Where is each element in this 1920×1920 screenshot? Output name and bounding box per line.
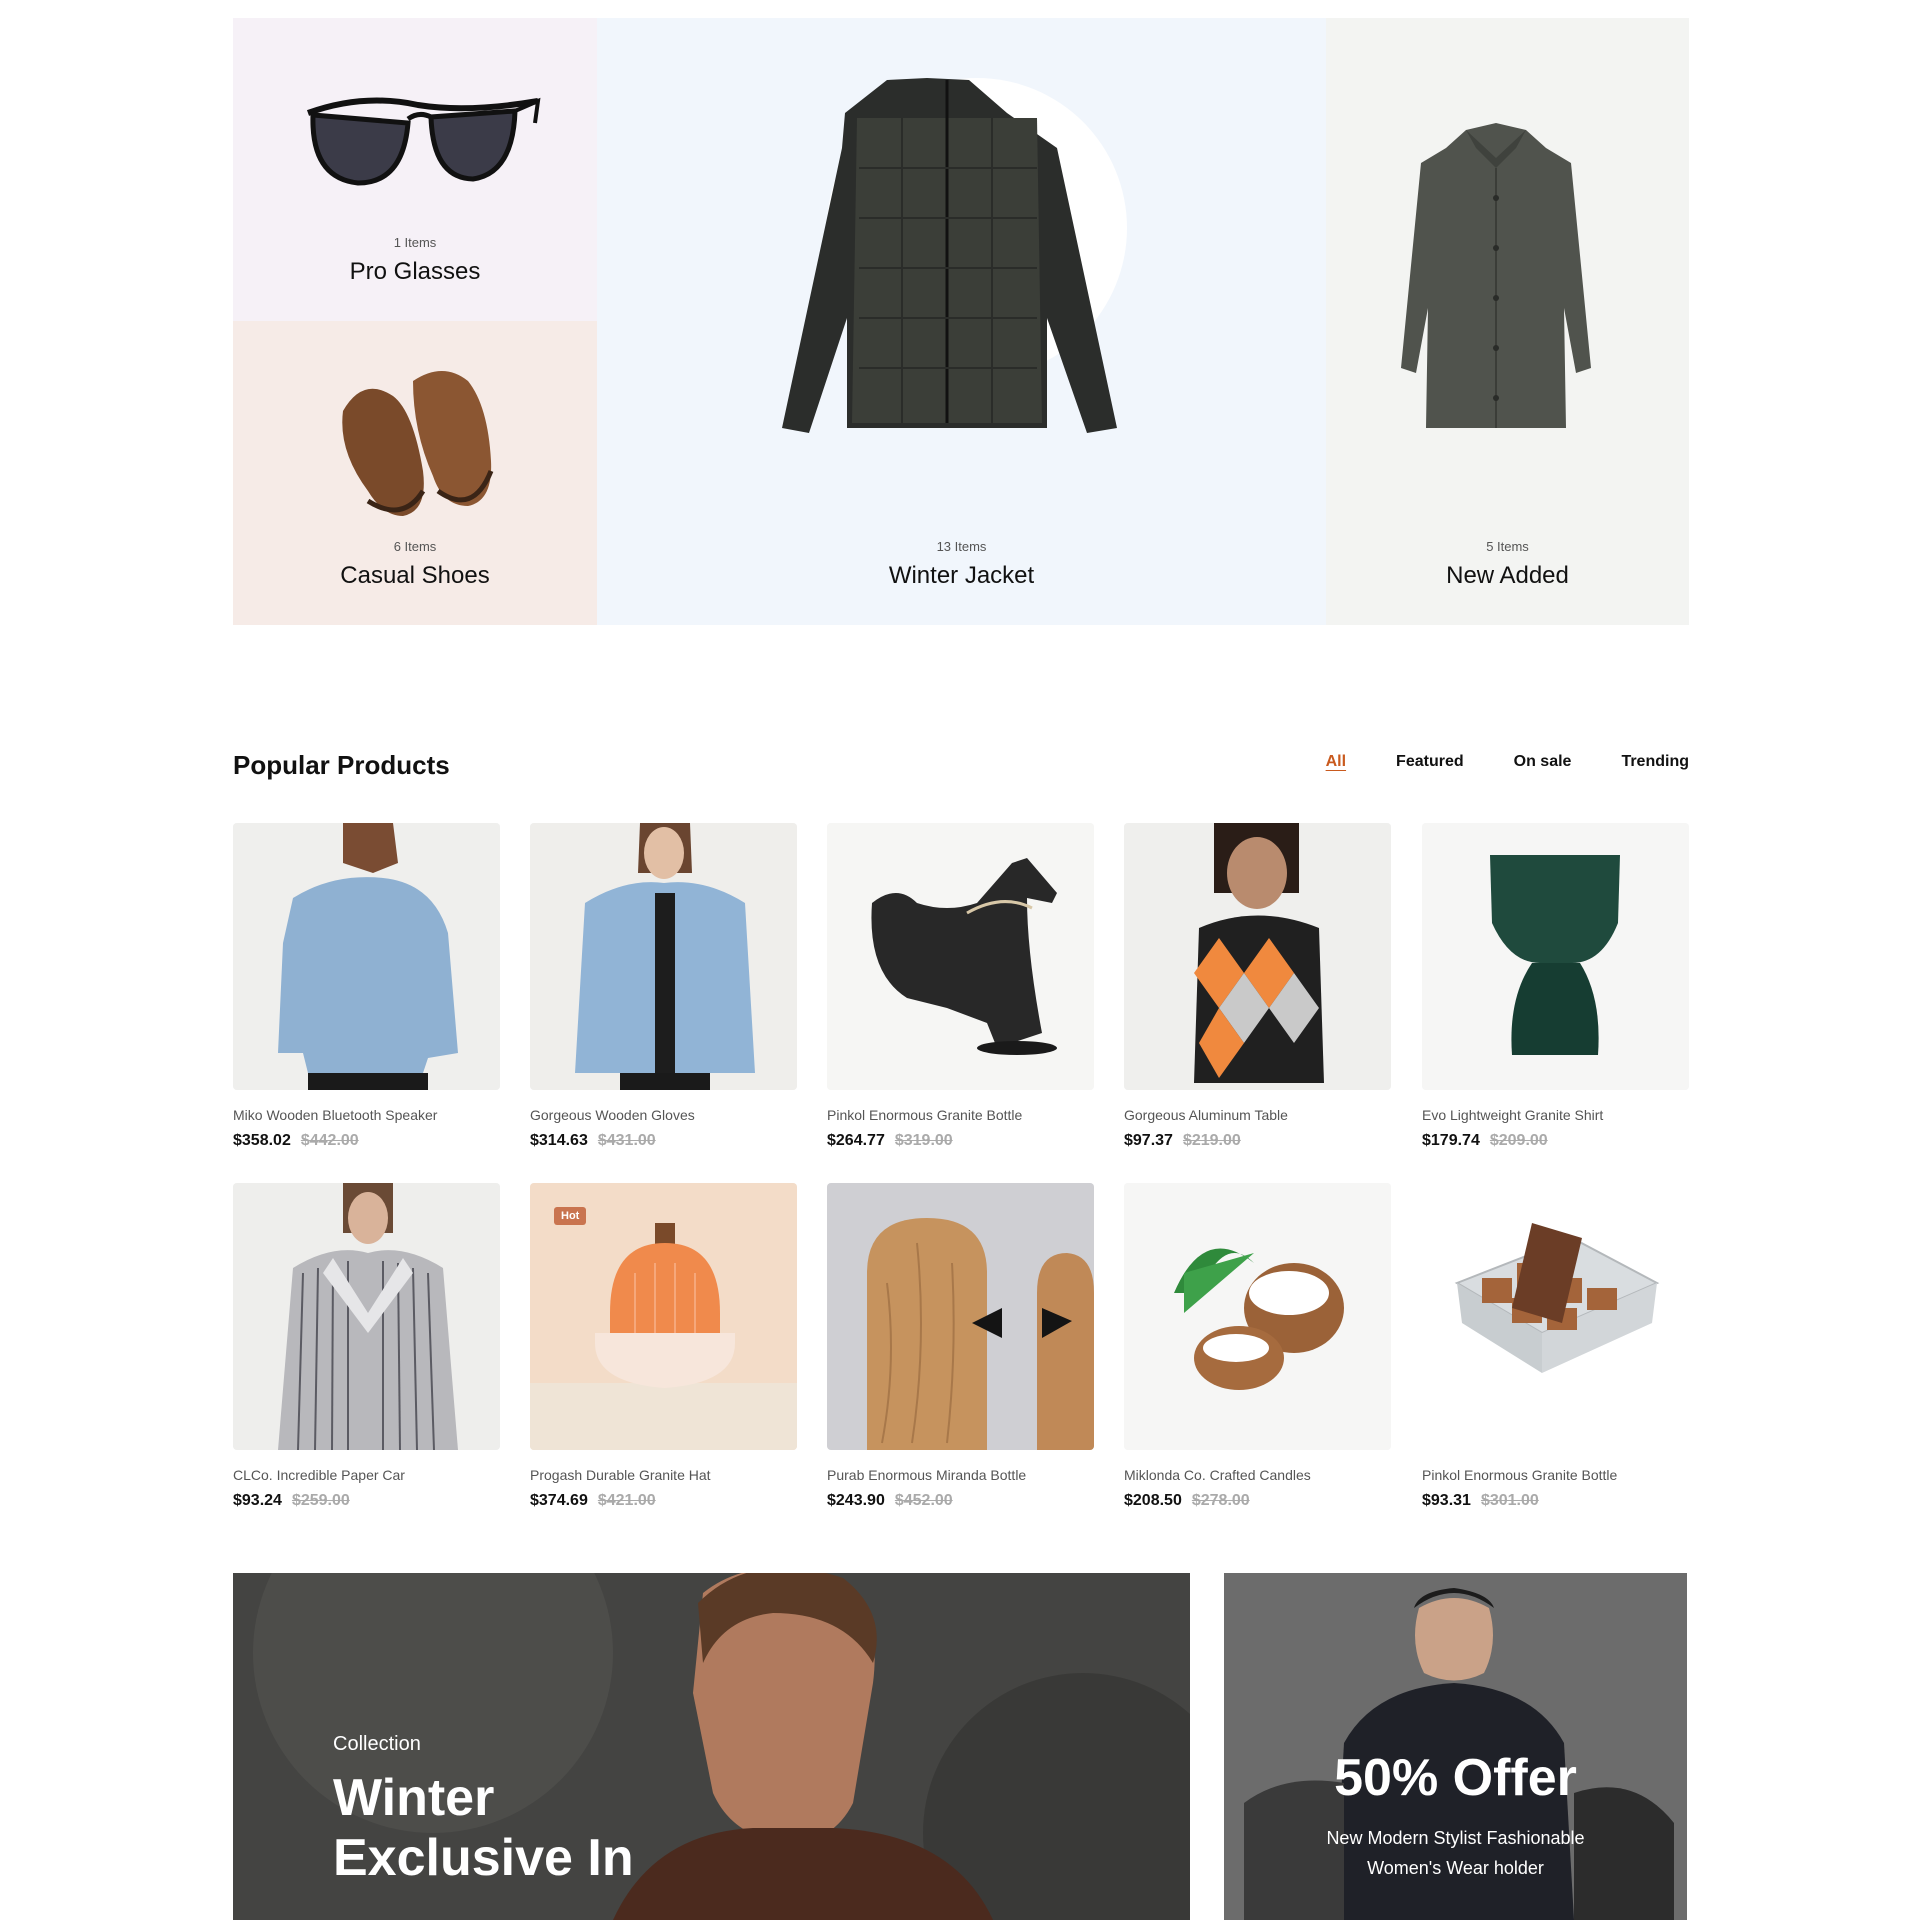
product-old-price: $219.00 (1182, 1132, 1241, 1149)
product-image[interactable] (827, 1183, 1094, 1450)
category-name: Winter Jacket (888, 562, 1035, 589)
category-card-pro-glasses[interactable]: 1 Items Pro Glasses (233, 18, 597, 321)
product-name[interactable]: Pinkol Enormous Granite Bottle (827, 1107, 1094, 1123)
product-name[interactable]: Miklonda Co. Crafted Candles (1124, 1467, 1391, 1483)
category-count: 13 Items (936, 539, 987, 554)
category-name: Casual Shoes (340, 562, 490, 589)
product-card[interactable]: Hot Progash Durable Granite Hat $374.69 $… (530, 1183, 797, 1510)
category-card-winter-jacket[interactable]: 13 Items Winter Jacket (597, 18, 1326, 625)
product-price: $264.77 (827, 1132, 885, 1149)
product-old-price: $319.00 (894, 1132, 953, 1149)
offer-line2: Women's Wear holder (1367, 1858, 1544, 1878)
product-card[interactable]: Purab Enormous Miranda Bottle $243.90 $45… (827, 1183, 1094, 1510)
category-count: 6 Items (393, 539, 437, 554)
product-price: $374.69 (530, 1492, 588, 1509)
coat-image (1401, 123, 1591, 428)
jacket-image (782, 78, 1127, 433)
product-image[interactable] (1124, 823, 1391, 1090)
category-card-new-added[interactable]: 5 Items New Added (1326, 18, 1689, 625)
product-old-price: $301.00 (1480, 1492, 1539, 1509)
offer-subtitle: New Modern Stylist Fashionable Women's W… (1284, 1823, 1627, 1883)
category-count: 5 Items (1486, 539, 1529, 554)
category-name: Pro Glasses (349, 258, 481, 285)
product-image[interactable] (1422, 823, 1689, 1090)
product-name[interactable]: Purab Enormous Miranda Bottle (827, 1467, 1094, 1483)
product-price: $93.31 (1422, 1492, 1471, 1509)
hot-badge: Hot (554, 1207, 587, 1225)
product-name[interactable]: CLCo. Incredible Paper Car (233, 1467, 500, 1483)
offer-line1: New Modern Stylist Fashionable (1326, 1828, 1585, 1848)
product-old-price: $278.00 (1191, 1492, 1250, 1509)
product-card[interactable]: Pinkol Enormous Granite Bottle $264.77 $3… (827, 823, 1094, 1150)
product-price: $314.63 (530, 1132, 588, 1149)
product-old-price: $259.00 (291, 1492, 350, 1509)
product-price: $358.02 (233, 1132, 291, 1149)
category-card-casual-shoes[interactable]: 6 Items Casual Shoes (233, 321, 597, 625)
product-price: $97.37 (1124, 1132, 1173, 1149)
tab-trending[interactable]: Trending (1621, 753, 1689, 771)
product-old-price: $421.00 (597, 1492, 656, 1509)
product-image[interactable]: Hot (530, 1183, 797, 1450)
product-name[interactable]: Pinkol Enormous Granite Bottle (1422, 1467, 1689, 1483)
filter-tabs: All Featured On sale Trending (1326, 753, 1689, 771)
offer-banner[interactable]: 50% Offer New Modern Stylist Fashionable… (1224, 1573, 1687, 1920)
tab-on-sale[interactable]: On sale (1514, 753, 1572, 771)
product-name[interactable]: Miko Wooden Bluetooth Speaker (233, 1107, 500, 1123)
banner-kicker: Collection (333, 1733, 421, 1755)
product-card[interactable]: Pinkol Enormous Granite Bottle $93.31 $30… (1422, 1183, 1689, 1510)
product-price: $179.74 (1422, 1132, 1480, 1149)
product-image[interactable] (233, 823, 500, 1090)
product-old-price: $209.00 (1489, 1132, 1548, 1149)
product-name[interactable]: Gorgeous Aluminum Table (1124, 1107, 1391, 1123)
product-price: $208.50 (1124, 1492, 1182, 1509)
winter-collection-banner[interactable]: Collection Winter Exclusive In (233, 1573, 1190, 1920)
product-name[interactable]: Gorgeous Wooden Gloves (530, 1107, 797, 1123)
product-image[interactable] (530, 823, 797, 1090)
product-old-price: $452.00 (894, 1492, 953, 1509)
product-image[interactable] (233, 1183, 500, 1450)
product-old-price: $431.00 (597, 1132, 656, 1149)
product-card[interactable]: CLCo. Incredible Paper Car $93.24 $259.00 (233, 1183, 500, 1510)
section-title: Popular Products (233, 750, 450, 780)
product-card[interactable]: Gorgeous Wooden Gloves $314.63 $431.00 (530, 823, 797, 1150)
sunglasses-image (306, 97, 541, 186)
banner-title: Winter Exclusive In (333, 1768, 634, 1888)
offer-title: 50% Offer (1334, 1749, 1577, 1807)
product-name[interactable]: Evo Lightweight Granite Shirt (1422, 1107, 1689, 1123)
product-image[interactable] (827, 823, 1094, 1090)
product-image[interactable] (1124, 1183, 1391, 1450)
product-price: $93.24 (233, 1492, 282, 1509)
product-card[interactable]: Miklonda Co. Crafted Candles $208.50 $278… (1124, 1183, 1391, 1510)
product-name[interactable]: Progash Durable Granite Hat (530, 1467, 797, 1483)
product-card[interactable]: Miko Wooden Bluetooth Speaker $358.02 $44… (233, 823, 500, 1150)
banner-title-line1: Winter (333, 1769, 495, 1827)
tab-all[interactable]: All (1326, 753, 1346, 771)
product-card[interactable]: Evo Lightweight Granite Shirt $179.74 $20… (1422, 823, 1689, 1150)
banner-title-line2: Exclusive In (333, 1829, 634, 1887)
product-card[interactable]: Gorgeous Aluminum Table $97.37 $219.00 (1124, 823, 1391, 1150)
category-count: 1 Items (393, 235, 437, 250)
product-image[interactable] (1422, 1183, 1689, 1450)
tab-featured[interactable]: Featured (1396, 753, 1464, 771)
product-price: $243.90 (827, 1492, 885, 1509)
product-old-price: $442.00 (300, 1132, 359, 1149)
category-name: New Added (1446, 562, 1569, 589)
shoes-image (342, 371, 494, 516)
